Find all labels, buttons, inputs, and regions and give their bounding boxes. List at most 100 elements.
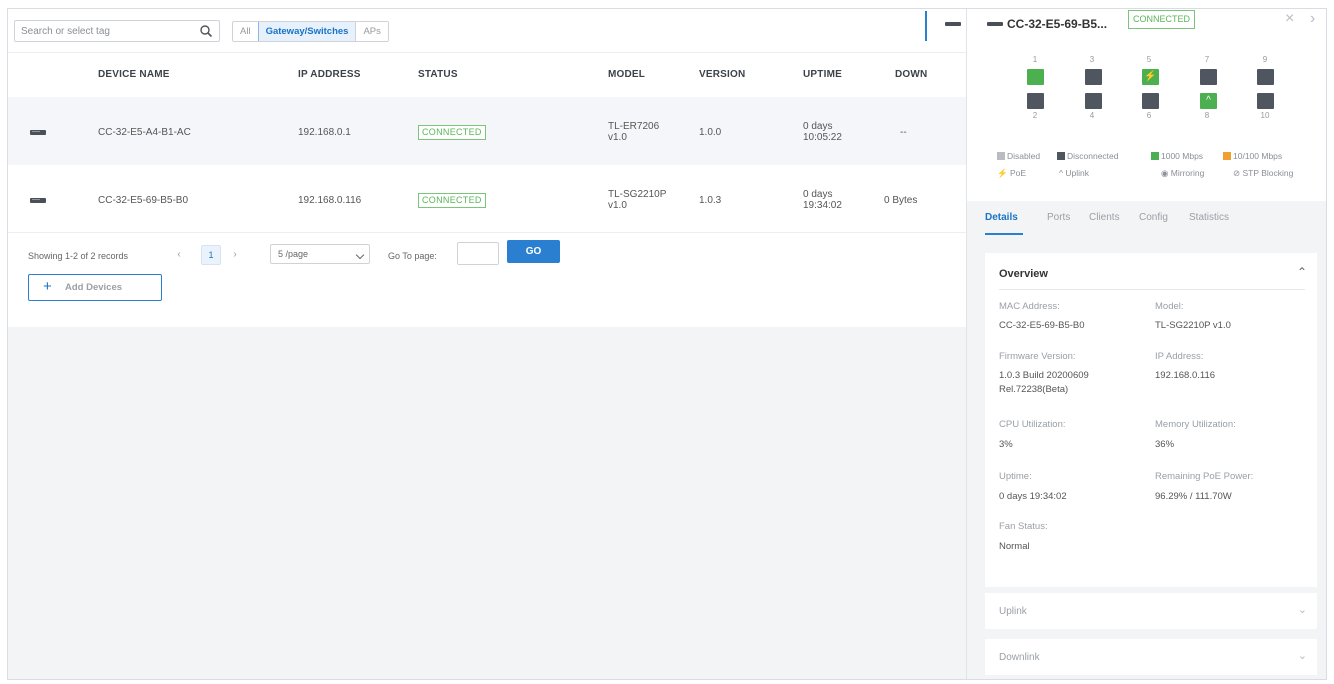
tab-config[interactable]: Config	[1139, 212, 1168, 223]
port-4[interactable]	[1085, 93, 1102, 109]
next-page-button[interactable]: ›	[228, 248, 242, 262]
port-number: 2	[1032, 111, 1038, 120]
tag-aps[interactable]: APs	[356, 22, 388, 41]
legend-10-100-label: 10/100 Mbps	[1233, 151, 1283, 161]
legend-1000-label: 1000 Mbps	[1161, 151, 1204, 161]
table-row[interactable]: CC-32-E5-A4-B1-AC 192.168.0.1 CONNECTED …	[8, 97, 966, 165]
model-value: TL-SG2210P v1.0	[1155, 320, 1231, 331]
mac-value: CC-32-E5-69-B5-B0	[999, 320, 1085, 331]
poe-power-label: Remaining PoE Power:	[1155, 471, 1254, 482]
legend-disabled: Disabled	[997, 151, 1040, 161]
uptime-label: Uptime:	[999, 471, 1032, 482]
poe-icon: ⚡	[1144, 71, 1157, 82]
mac-label: MAC Address:	[999, 301, 1060, 312]
status-badge: CONNECTED	[1128, 10, 1196, 29]
port-6[interactable]	[1142, 93, 1159, 109]
stp-blocking-icon: ⊘	[1233, 168, 1241, 178]
tab-statistics[interactable]: Statistics	[1189, 212, 1229, 223]
port-9[interactable]	[1257, 69, 1274, 85]
col-ip-address[interactable]: IP ADDRESS	[298, 69, 361, 80]
add-devices-button[interactable]: + Add Devices	[28, 274, 162, 301]
tag-all[interactable]: All	[233, 22, 259, 41]
download: --	[900, 127, 907, 138]
model-name: TL-SG2210P	[608, 189, 667, 200]
search-icon[interactable]	[199, 24, 213, 38]
ip-address: 192.168.0.116	[298, 195, 362, 206]
col-down[interactable]: DOWN	[895, 69, 927, 80]
port-number: 3	[1089, 55, 1095, 64]
tab-details[interactable]: Details	[985, 212, 1018, 223]
uplink-section[interactable]: Uplink ⌄	[985, 593, 1317, 629]
detail-tabs: Details Ports Clients Config Statistics	[967, 201, 1326, 237]
device-name: CC-32-E5-69-B5-B0	[98, 195, 189, 206]
legend-10-100: 10/100 Mbps	[1223, 151, 1282, 161]
search-input[interactable]	[21, 24, 191, 39]
legend-disconnected-label: Disconnected	[1067, 151, 1119, 161]
tab-ports[interactable]: Ports	[1047, 212, 1070, 223]
model-name: TL-ER7206	[608, 121, 660, 132]
tag-filter-group: All Gateway/Switches APs	[232, 21, 389, 42]
legend-uplink-label: Uplink	[1065, 168, 1089, 178]
legend-uplink: ^ Uplink	[1059, 168, 1089, 178]
page-size-select[interactable]: 5 /page	[270, 244, 370, 264]
chevron-down-icon[interactable]: ⌄	[1298, 603, 1307, 616]
tag-gateway-switches[interactable]: Gateway/Switches	[257, 22, 358, 41]
firmware-version: 1.0.0	[699, 127, 722, 138]
panel-resize-handle[interactable]	[925, 11, 927, 41]
ip-value: 192.168.0.116	[1155, 370, 1216, 381]
fan-value: Normal	[999, 541, 1030, 552]
goto-page-input[interactable]	[457, 242, 499, 265]
legend-poe: ⚡ PoE	[997, 168, 1026, 179]
legend-poe-label: PoE	[1009, 168, 1027, 178]
chevron-right-icon[interactable]: ›	[1310, 11, 1315, 27]
ip-address: 192.168.0.1	[298, 127, 351, 138]
switch-icon	[987, 22, 1003, 26]
legend-mirroring-label: Mirroring	[1170, 168, 1205, 178]
port-3[interactable]	[1085, 69, 1102, 85]
downlink-section[interactable]: Downlink ⌄	[985, 639, 1317, 675]
tab-clients[interactable]: Clients	[1089, 212, 1120, 223]
col-device-name[interactable]: DEVICE NAME	[98, 69, 170, 80]
search-box[interactable]	[14, 20, 220, 42]
overview-title[interactable]: Overview	[999, 268, 1048, 280]
device-detail-panel: CC-32-E5-69-B5... CONNECTED × › 1 3 5 7 …	[945, 9, 1326, 679]
close-icon[interactable]: ×	[1285, 11, 1294, 27]
uplink-icon: ^	[1059, 168, 1063, 178]
prev-page-button[interactable]: ‹	[172, 248, 186, 262]
port-number: 5	[1146, 55, 1152, 64]
col-status[interactable]: STATUS	[418, 69, 458, 80]
table-row[interactable]: CC-32-E5-69-B5-B0 192.168.0.116 CONNECTE…	[8, 165, 966, 233]
download: 0 Bytes	[884, 195, 918, 206]
uplink-title: Uplink	[999, 606, 1027, 617]
port-10[interactable]	[1257, 93, 1274, 109]
legend-mirroring: ◉ Mirroring	[1161, 168, 1204, 179]
legend-disconnected: Disconnected	[1057, 151, 1119, 161]
ip-label: IP Address:	[1155, 351, 1204, 362]
firmware-label: Firmware Version:	[999, 351, 1076, 362]
col-version[interactable]: VERSION	[699, 69, 745, 80]
gateway-device-icon	[30, 130, 46, 135]
chevron-down-icon[interactable]: ⌄	[1298, 649, 1307, 662]
fan-label: Fan Status:	[999, 521, 1048, 532]
poe-icon: ⚡	[997, 168, 1008, 178]
port-5[interactable]: ⚡	[1142, 69, 1159, 85]
port-number: 10	[1260, 111, 1270, 120]
disabled-swatch	[997, 152, 1005, 160]
model-label: Model:	[1155, 301, 1184, 312]
detail-header: CC-32-E5-69-B5... CONNECTED × ›	[967, 9, 1326, 43]
port-number: 1	[1032, 55, 1038, 64]
chevron-up-icon[interactable]: ⌃	[1297, 265, 1307, 279]
port-8[interactable]: ^	[1200, 93, 1217, 109]
memory-value: 36%	[1155, 439, 1175, 450]
go-button[interactable]: GO	[507, 240, 560, 263]
firmware-build: Rel.72238(Beta)	[999, 384, 1069, 395]
port-2[interactable]	[1027, 93, 1044, 109]
col-model[interactable]: MODEL	[608, 69, 645, 80]
legend-stp: ⊘ STP Blocking	[1233, 168, 1293, 179]
port-number: 9	[1262, 55, 1268, 64]
port-1[interactable]	[1027, 69, 1044, 85]
plus-icon: +	[43, 278, 52, 295]
col-uptime[interactable]: UPTIME	[803, 69, 842, 80]
port-7[interactable]	[1200, 69, 1217, 85]
page-1-button[interactable]: 1	[201, 245, 221, 265]
